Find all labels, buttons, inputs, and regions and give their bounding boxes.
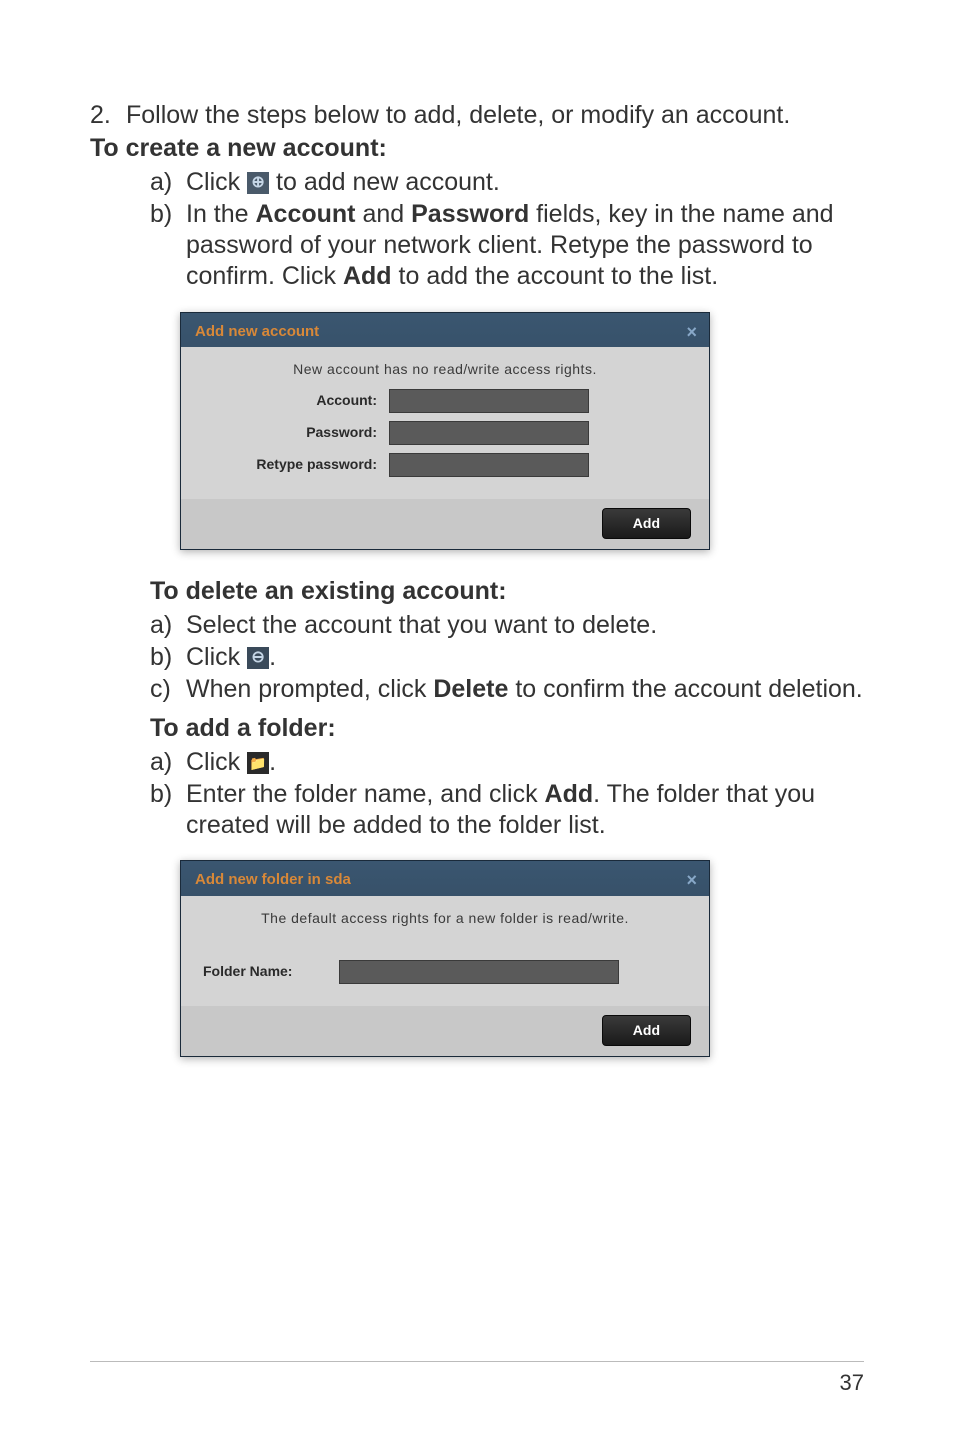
folder-step-a: a) Click 📁.: [150, 747, 864, 778]
create-account-heading: To create a new account:: [90, 133, 864, 164]
letter-b: b): [150, 199, 186, 293]
delete-step-c: c) When prompted, click Delete to confir…: [150, 674, 864, 705]
delete-c-bold: Delete: [433, 675, 508, 703]
dialog2-title: Add new folder in sda ×: [181, 861, 709, 896]
delete-account-heading: To delete an existing account:: [90, 576, 864, 607]
add-folder-dialog: Add new folder in sda × The default acce…: [180, 860, 710, 1057]
add-button[interactable]: Add: [602, 508, 691, 540]
page-number: 37: [840, 1370, 864, 1395]
dialog2-message: The default access rights for a new fold…: [199, 910, 691, 928]
folder-step-b: b) Enter the folder name, and click Add.…: [150, 779, 864, 842]
dialog-title: Add new account ×: [181, 313, 709, 348]
folder-b-pre: Enter the folder name, and click: [186, 780, 545, 808]
folder-b-bold: Add: [545, 780, 594, 808]
account-input[interactable]: [389, 389, 589, 413]
folder-a-pre: Click: [186, 748, 247, 776]
delete-c-pre: When prompted, click: [186, 675, 433, 703]
create-b-pre: In the: [186, 200, 256, 228]
letter-a: a): [150, 747, 186, 778]
letter-b: b): [150, 642, 186, 673]
add-button[interactable]: Add: [602, 1015, 691, 1047]
retype-label: Retype password:: [199, 456, 389, 474]
create-b-post: to add the account to the list.: [392, 262, 719, 290]
letter-c: c): [150, 674, 186, 705]
step-number: 2.: [90, 100, 126, 131]
add-folder-heading: To add a folder:: [90, 713, 864, 744]
letter-a: a): [150, 167, 186, 198]
retype-input[interactable]: [389, 453, 589, 477]
add-icon: ⊕: [247, 172, 269, 194]
add-account-dialog: Add new account × New account has no rea…: [180, 312, 710, 551]
close-icon[interactable]: ×: [686, 869, 697, 892]
password-input[interactable]: [389, 421, 589, 445]
dialog-title-text: Add new account: [195, 323, 319, 340]
dialog2-title-text: Add new folder in sda: [195, 871, 351, 888]
create-b-bold3: Add: [343, 262, 392, 290]
password-label: Password:: [199, 424, 389, 442]
delete-c-post: to confirm the account deletion.: [508, 675, 862, 703]
create-a-pre: Click: [186, 168, 247, 196]
create-step-b: b) In the Account and Password fields, k…: [150, 199, 864, 293]
letter-b: b): [150, 779, 186, 842]
delete-step-b: b) Click ⊖.: [150, 642, 864, 673]
close-icon[interactable]: ×: [686, 321, 697, 344]
retype-row: Retype password:: [199, 453, 691, 477]
delete-b-pre: Click: [186, 643, 247, 671]
create-b-mid1: and: [356, 200, 412, 228]
create-a-post: to add new account.: [269, 168, 500, 196]
account-row: Account:: [199, 389, 691, 413]
create-b-bold2: Password: [411, 200, 529, 228]
delete-step-a: a) Select the account that you want to d…: [150, 610, 864, 641]
create-step-a: a) Click ⊕ to add new account.: [150, 167, 864, 198]
account-label: Account:: [199, 392, 389, 410]
delete-a-text: Select the account that you want to dele…: [186, 610, 864, 641]
password-row: Password:: [199, 421, 691, 445]
delete-b-post: .: [269, 643, 276, 671]
folder-name-label: Folder Name:: [199, 963, 339, 981]
folder-name-input[interactable]: [339, 960, 619, 984]
step-text: Follow the steps below to add, delete, o…: [126, 100, 790, 131]
letter-a: a): [150, 610, 186, 641]
create-b-bold1: Account: [256, 200, 356, 228]
step-2: 2. Follow the steps below to add, delete…: [90, 100, 864, 131]
folder-a-post: .: [269, 748, 276, 776]
page-footer: 37: [90, 1361, 864, 1396]
add-folder-icon: 📁: [247, 752, 269, 774]
minus-icon: ⊖: [247, 647, 269, 669]
dialog-message: New account has no read/write access rig…: [199, 361, 691, 379]
folder-name-row: Folder Name:: [199, 960, 691, 984]
